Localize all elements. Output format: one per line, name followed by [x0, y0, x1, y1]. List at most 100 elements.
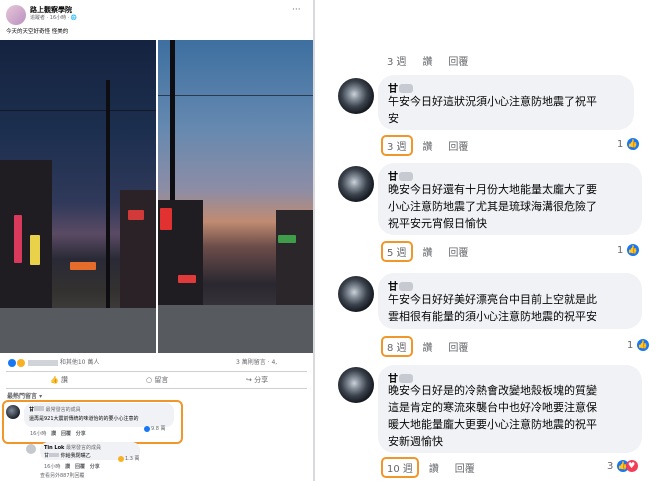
like-label: 讚 [60, 376, 68, 384]
top-reply-link[interactable]: 回覆 [448, 57, 468, 68]
road [158, 305, 313, 353]
more-icon[interactable]: ··· [292, 5, 301, 15]
comment-text-line: 午安今日好這狀況須小心注意防地震了祝平 [388, 95, 597, 108]
like-reaction-icon [8, 358, 16, 367]
comment-button[interactable]: ○ 留言 [146, 375, 168, 385]
comment-text-line: 這是肯定的寒流來襲台中也好冷吔要注意保 [388, 401, 597, 414]
comment-share-link[interactable]: 分享 [76, 431, 86, 437]
comment-reply-link[interactable]: 回覆 [61, 431, 71, 437]
blurred-name [399, 282, 413, 291]
building [120, 190, 156, 310]
comment-text-line: 晚安今日好是的冷熱會改變地殼板塊的質變 [388, 384, 597, 397]
reactions-summary[interactable]: 和其他10 萬人 [8, 357, 99, 367]
comments-shares-count[interactable]: 3 萬則留言 · 4, [236, 357, 277, 366]
reaction-number: 1 [617, 245, 624, 256]
utility-pole [106, 80, 110, 330]
comment-sort-dropdown[interactable]: 最熱門留言 ▾ [7, 391, 42, 400]
shop-sign [70, 262, 96, 270]
building [0, 160, 52, 310]
comment-text-line: 晚安今日好還有十月份大地能量太龐大了要 [388, 183, 597, 196]
reply-count: 1.3 萬 [125, 456, 140, 462]
blurred-name [27, 359, 58, 366]
reply-reply-link[interactable]: 回覆 [75, 464, 85, 470]
reactions-text: 和其他10 萬人 [59, 359, 100, 366]
share-button[interactable]: ↪ 分享 [246, 375, 268, 385]
thumb-icon: 👍 [50, 376, 59, 384]
comment-week[interactable]: 10 週 [387, 464, 413, 475]
comment-like-link[interactable]: 讚 [422, 142, 432, 153]
comment-text-line: 小心注意防地震了尤其是琉球海溝很危險了 [388, 200, 597, 213]
comment-count: 9.8 萬 [151, 426, 166, 432]
comment-reaction-count[interactable]: 1 👍 [617, 138, 639, 150]
post-photo-left[interactable] [0, 40, 156, 353]
comment-like-link[interactable]: 讚 [429, 464, 439, 475]
like-reaction-icon: 👍 [626, 138, 639, 150]
member-badge: 最常發言的成員 [45, 407, 81, 413]
reply-actions: 16小時 讚 回覆 分享 [44, 463, 100, 470]
post-action-bar: 👍 讚 ○ 留言 ↪ 分享 [6, 371, 307, 389]
comment-icon: ○ [146, 376, 153, 384]
reply-time: 16小時 [44, 464, 61, 470]
reply-author[interactable]: Tin Lok [44, 445, 64, 451]
top-like-link[interactable]: 讚 [422, 57, 432, 68]
right-comments-panel: 3 週 讚 回覆 甘 午安今日好這狀況須小心注意防地震了祝平 安 3 週 讚 回… [315, 0, 656, 481]
like-reaction-icon: 👍 [626, 244, 639, 256]
comment-bubble: 甘 晚安今日好是的冷熱會改變地殼板塊的質變 這是肯定的寒流來襲台中也好冷吔要注意… [378, 365, 642, 453]
comment-author-line: 甘 最常發言的成員 [29, 406, 81, 413]
comment-bubble: 甘 晚安今日好還有十月份大地能量太龐大了要 小心注意防地震了尤其是琉球海溝很危險… [378, 163, 642, 235]
comment-bubble: 甘 午安今日好好美好漂亮台中目前上空就是此 雲相很有能量的須小心注意防地震的祝平… [378, 273, 642, 329]
reply-reaction-count[interactable]: 1.3 萬 [118, 455, 140, 462]
commenter-avatar[interactable] [338, 276, 374, 312]
power-line [0, 110, 156, 111]
commenter-avatar[interactable] [6, 405, 20, 419]
top-comment-meta: 3 週 讚 回覆 [387, 53, 468, 68]
comment-reaction-count[interactable]: 9.8 萬 [144, 425, 166, 432]
post-meta-text: 追蹤者 · 16小時 · [30, 15, 71, 21]
post-photo-right[interactable] [158, 40, 313, 353]
reply-avatar[interactable] [26, 444, 36, 454]
comment-meta: 5 週 讚 回覆 [387, 244, 468, 259]
shop-sign [14, 215, 22, 263]
comment-reaction-count[interactable]: 1 👍 [617, 244, 639, 256]
reply-share-link[interactable]: 分享 [90, 464, 100, 470]
reply-like-link[interactable]: 讚 [65, 464, 70, 470]
power-line [158, 95, 313, 96]
shop-sign [30, 235, 40, 265]
comment-reaction-count[interactable]: 3 👍♥ [607, 460, 638, 472]
page-avatar[interactable] [6, 5, 26, 25]
comment-reaction-count[interactable]: 1 👍 [627, 339, 649, 351]
reply-text-line: 甘 你給我閉嘴乙 [44, 452, 91, 459]
like-button[interactable]: 👍 讚 [50, 375, 68, 385]
comment-like-link[interactable]: 讚 [422, 343, 432, 354]
comment-week[interactable]: 3 週 [387, 142, 407, 153]
commenter-avatar[interactable] [338, 166, 374, 202]
road [0, 308, 156, 353]
more-replies-link[interactable]: 查看另外887則回覆 [40, 472, 85, 479]
comment-reply-link[interactable]: 回覆 [448, 248, 468, 259]
reaction-number: 1 [627, 340, 634, 351]
comment-reply-link[interactable]: 回覆 [448, 142, 468, 153]
shop-sign [178, 275, 196, 283]
comment-like-link[interactable]: 讚 [422, 248, 432, 259]
shop-sign [278, 235, 296, 243]
comment-like-link[interactable]: 讚 [51, 431, 56, 437]
post-meta: 追蹤者 · 16小時 · 🌐 [30, 14, 77, 21]
globe-icon: 🌐 [70, 15, 78, 21]
comment-week[interactable]: 5 週 [387, 248, 407, 259]
reply-author-line: Tin Lok 最常發言的成員 [44, 444, 101, 451]
blurred-name [34, 406, 45, 411]
comment-label: 留言 [154, 376, 169, 384]
comment-reply-link[interactable]: 回覆 [455, 464, 475, 475]
commenter-avatar[interactable] [338, 78, 374, 114]
shop-sign [128, 210, 144, 220]
member-badge: 最常發言的成員 [65, 445, 101, 451]
reply-text: 你給我閉嘴乙 [60, 453, 91, 459]
wow-reaction-icon [17, 358, 25, 367]
blurred-name [49, 453, 60, 457]
shop-sign [160, 208, 172, 230]
top-week[interactable]: 3 週 [387, 57, 407, 68]
commenter-avatar[interactable] [338, 367, 374, 403]
comment-actions: 16小時 讚 回覆 分享 [30, 430, 86, 437]
comment-week[interactable]: 8 週 [387, 343, 407, 354]
comment-reply-link[interactable]: 回覆 [448, 343, 468, 354]
